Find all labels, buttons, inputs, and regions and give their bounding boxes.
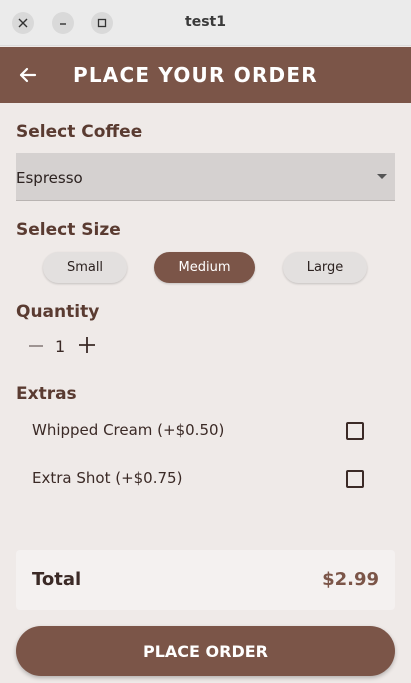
page-title: PLACE YOUR ORDER (73, 63, 318, 87)
quantity-label: Quantity (16, 302, 100, 322)
extra-shot-checkbox[interactable] (346, 470, 364, 488)
caret-down-icon (377, 174, 387, 179)
total-price: $2.99 (322, 569, 379, 590)
place-order-button[interactable]: PLACE ORDER (16, 626, 395, 676)
select-size-label: Select Size (16, 220, 121, 240)
decrease-quantity-button[interactable] (26, 336, 46, 356)
size-chip-large[interactable]: Large (283, 252, 367, 283)
app-bar: PLACE YOUR ORDER (0, 47, 411, 103)
window-title: test1 (185, 14, 226, 30)
minus-icon (29, 345, 43, 347)
select-coffee-label: Select Coffee (16, 122, 143, 142)
extra-whipped-cream-row[interactable]: Whipped Cream (+$0.50) (16, 409, 395, 453)
window-titlebar: test1 (0, 0, 411, 46)
coffee-dropdown-value: Espresso (16, 169, 83, 187)
plus-icon (79, 337, 95, 353)
size-chip-medium[interactable]: Medium (154, 252, 255, 283)
extra-shot-label: Extra Shot (+$0.75) (32, 469, 183, 487)
increase-quantity-button[interactable] (76, 334, 98, 356)
arrow-left-icon (19, 67, 37, 83)
total-card: Total $2.99 (16, 550, 395, 610)
extra-whipped-cream-label: Whipped Cream (+$0.50) (32, 421, 225, 439)
total-label: Total (32, 569, 82, 590)
size-chip-small[interactable]: Small (43, 252, 127, 283)
quantity-value: 1 (55, 337, 66, 356)
coffee-dropdown[interactable]: Espresso (16, 153, 395, 201)
extras-label: Extras (16, 384, 77, 404)
whipped-cream-checkbox[interactable] (346, 422, 364, 440)
back-button[interactable] (18, 65, 38, 85)
extra-shot-row[interactable]: Extra Shot (+$0.75) (16, 457, 395, 501)
